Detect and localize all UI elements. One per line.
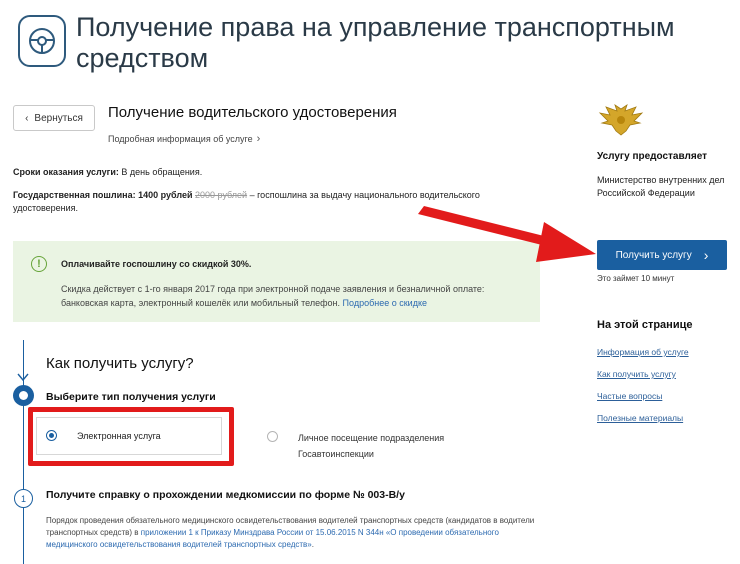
eagle-emblem-icon — [596, 103, 646, 137]
step1-title: Выберите тип получения услуги — [46, 391, 216, 403]
get-service-duration: Это займет 10 минут — [597, 274, 675, 283]
provider-name: Министерство внутренних дел Российской Ф… — [597, 175, 725, 198]
step2-body: Порядок проведения обязательного медицин… — [46, 515, 546, 551]
terms-label: Сроки оказания услуги: — [13, 167, 119, 177]
terms-value: В день обращения. — [121, 167, 203, 177]
discount-note-title: Оплачивайте госпошлину со скидкой 30%. — [61, 259, 252, 269]
toc-link-materials[interactable]: Полезные материалы — [597, 413, 683, 423]
step2-title: Получите справку о прохождении медкомисс… — [46, 489, 405, 501]
option-personal-visit-label: Личное посещение подразделения Госавтоин… — [298, 433, 445, 459]
radio-personal-visit[interactable] — [267, 431, 278, 442]
service-title: Получение водительского удостоверения — [108, 104, 397, 121]
step-active-marker — [13, 385, 34, 406]
toc-title: На этой странице — [597, 319, 693, 331]
get-service-button[interactable]: Получить услугу › — [597, 240, 727, 270]
red-arrow-annotation — [418, 206, 596, 262]
chevron-left-icon: ‹ — [25, 112, 29, 124]
red-highlight-annotation — [28, 407, 234, 466]
arrow-down-icon — [17, 373, 29, 382]
page-title: Получение права на управление транспортн… — [76, 12, 675, 73]
discount-note-body: Скидка действует с 1-го января 2017 года… — [61, 282, 531, 310]
fee-label: Государственная пошлина: 1400 рублей — [13, 190, 193, 200]
get-service-label: Получить услугу — [615, 249, 692, 261]
steering-wheel-icon — [18, 15, 66, 67]
toc-link-faq[interactable]: Частые вопросы — [597, 391, 662, 401]
service-details-link[interactable]: Подробная информация об услуге › — [108, 133, 260, 145]
step2-text-end: . — [311, 540, 314, 549]
back-button[interactable]: ‹ Вернуться — [13, 105, 95, 131]
back-button-label: Вернуться — [34, 112, 83, 124]
service-details-label: Подробная информация об услуге — [108, 134, 253, 144]
step-number-badge: 1 — [14, 489, 33, 508]
how-to-heading: Как получить услугу? — [46, 355, 194, 372]
provider-title: Услугу предоставляет — [597, 151, 708, 162]
service-terms: Сроки оказания услуги: В день обращения. — [13, 167, 202, 177]
chevron-right-icon: › — [703, 247, 709, 263]
exclamation-circle-icon: ! — [31, 256, 47, 272]
toc-link-how-to[interactable]: Как получить услугу — [597, 369, 676, 379]
discount-details-link[interactable]: Подробнее о скидке — [343, 298, 427, 308]
toc-link-info[interactable]: Информация об услуге — [597, 347, 689, 357]
fee-old-price: 2000 рублей — [195, 190, 248, 200]
chevron-right-icon: › — [256, 133, 261, 145]
